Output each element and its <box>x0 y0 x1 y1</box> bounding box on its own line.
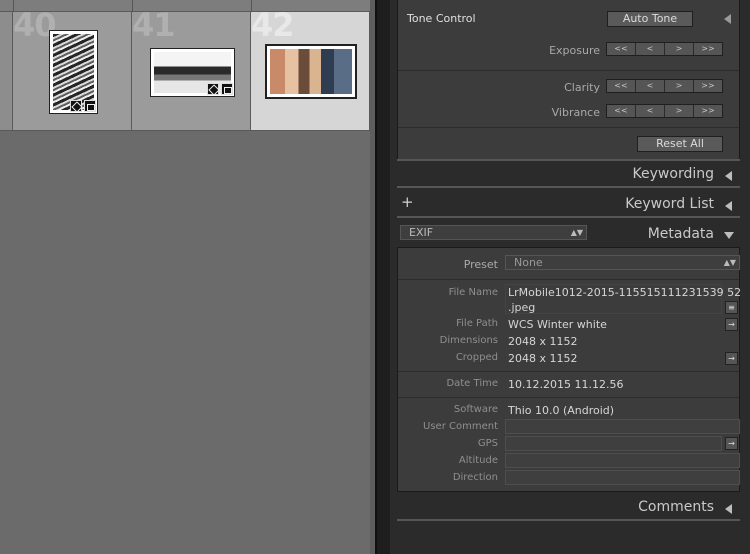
cell-index-number: 42 <box>251 12 295 44</box>
select-arrows-icon: ▲▼ <box>570 228 583 237</box>
step-large-up-button[interactable]: >> <box>694 105 722 117</box>
cropped-value: 2048 x 1152 <box>508 352 578 365</box>
go-to-folder-icon[interactable]: → <box>725 318 738 331</box>
cell-index-number: 41 <box>132 12 176 44</box>
reset-all-button[interactable]: Reset All <box>637 136 723 152</box>
virtual-copy-icon[interactable] <box>84 100 96 112</box>
preset-select[interactable]: None ▲▼ <box>505 255 740 270</box>
grid-cell-42[interactable]: 42 <box>251 12 370 131</box>
panel-bottom-edge <box>397 216 740 218</box>
panel-divider[interactable] <box>375 0 390 554</box>
keywording-title: Keywording <box>632 166 714 182</box>
vibrance-stepper[interactable]: << < > >> <box>606 104 723 118</box>
grid-previous-row-edge <box>0 0 375 12</box>
cropped-label: Cropped <box>455 352 498 363</box>
step-small-down-button[interactable]: < <box>636 80 665 92</box>
step-large-up-button[interactable]: >> <box>694 80 722 92</box>
file-name-label: File Name <box>448 287 498 298</box>
dimensions-value: 2048 x 1152 <box>508 335 578 348</box>
right-panel: Tone Control Auto Tone Exposure << < > >… <box>390 0 750 554</box>
altitude-field[interactable] <box>505 453 740 468</box>
panel-bottom-edge <box>397 519 740 521</box>
metadata-panel: Preset None ▲▼ File Name LrMobile1012-20… <box>397 247 742 492</box>
collapse-triangle-icon[interactable] <box>724 14 731 24</box>
clarity-stepper[interactable]: << < > >> <box>606 79 723 93</box>
select-arrows-icon: ▲▼ <box>723 258 736 267</box>
grid-cell-partial <box>0 12 13 131</box>
step-large-down-button[interactable]: << <box>607 80 636 92</box>
step-small-up-button[interactable]: > <box>665 80 694 92</box>
direction-label: Direction <box>452 472 498 483</box>
date-time-value: 10.12.2015 11.12.56 <box>508 378 624 391</box>
direction-field[interactable] <box>505 470 740 485</box>
step-small-up-button[interactable]: > <box>665 43 694 55</box>
photo-thumbnail-selected[interactable] <box>265 44 357 99</box>
preset-value: None <box>514 256 543 269</box>
step-large-down-button[interactable]: << <box>607 43 636 55</box>
software-value: Thio 10.0 (Android) <box>508 404 615 417</box>
keywording-header[interactable]: Keywording <box>397 163 740 185</box>
vibrance-label: Vibrance <box>551 106 600 119</box>
file-path-value: WCS Winter white <box>508 318 607 331</box>
expand-triangle-icon[interactable] <box>725 171 732 181</box>
collapse-triangle-icon[interactable] <box>724 232 734 239</box>
separator <box>398 397 739 398</box>
tone-control-title: Tone Control <box>407 12 476 25</box>
date-time-label: Date Time <box>446 378 498 389</box>
grid-cell-41[interactable]: 41 <box>132 12 251 131</box>
metadata-view-select[interactable]: EXIF ▲▼ <box>400 225 587 240</box>
comments-title: Comments <box>638 499 714 515</box>
separator <box>398 70 739 71</box>
file-name-value-ext: .jpeg <box>508 301 536 314</box>
altitude-label: Altitude <box>458 455 498 466</box>
step-large-up-button[interactable]: >> <box>694 43 722 55</box>
separator <box>398 127 739 128</box>
file-name-value: LrMobile1012-2015-115515111231539 52 <box>508 286 742 299</box>
exposure-stepper[interactable]: << < > >> <box>606 42 723 56</box>
photo-thumbnail[interactable] <box>150 48 235 97</box>
step-small-down-button[interactable]: < <box>636 43 665 55</box>
keyword-list-title: Keyword List <box>625 196 714 212</box>
comments-header[interactable]: Comments <box>397 496 740 518</box>
go-to-crop-icon[interactable]: → <box>725 352 738 365</box>
metadata-title: Metadata <box>647 226 714 242</box>
step-small-down-button[interactable]: < <box>636 105 665 117</box>
user-comment-field[interactable] <box>505 419 740 434</box>
panel-bottom-edge <box>397 186 740 188</box>
keyword-tag-icon[interactable] <box>207 83 219 95</box>
auto-tone-button[interactable]: Auto Tone <box>607 11 693 27</box>
virtual-copy-icon[interactable] <box>221 83 233 95</box>
metadata-view-value: EXIF <box>409 226 434 239</box>
separator <box>398 279 739 280</box>
list-icon[interactable]: ≡ <box>725 301 738 314</box>
file-path-label: File Path <box>456 318 498 329</box>
expand-triangle-icon[interactable] <box>725 201 732 211</box>
clarity-label: Clarity <box>564 81 600 94</box>
add-keyword-icon[interactable]: + <box>401 193 414 211</box>
preset-label: Preset <box>463 258 498 271</box>
keyword-list-header[interactable]: + Keyword List <box>397 193 740 215</box>
software-label: Software <box>453 404 498 415</box>
exposure-label: Exposure <box>549 44 600 57</box>
keyword-tag-icon[interactable] <box>70 100 82 112</box>
separator <box>398 371 739 372</box>
user-comment-label: User Comment <box>423 421 498 432</box>
quick-develop-panel: Tone Control Auto Tone Exposure << < > >… <box>397 0 740 160</box>
go-to-map-icon[interactable]: → <box>725 437 738 450</box>
dimensions-label: Dimensions <box>439 335 498 346</box>
thumbnail-grid[interactable]: 40 41 42 <box>0 0 375 554</box>
grid-cell-40[interactable]: 40 <box>13 12 132 131</box>
photo-thumbnail[interactable] <box>49 30 98 114</box>
step-large-down-button[interactable]: << <box>607 105 636 117</box>
gps-field[interactable] <box>505 436 722 451</box>
expand-triangle-icon[interactable] <box>725 504 732 514</box>
gps-label: GPS <box>477 438 498 449</box>
lightroom-library-window: 40 41 42 Tone Control Auto Tone Exposure… <box>0 0 750 554</box>
panel-bottom-edge <box>397 159 740 161</box>
metadata-header[interactable]: EXIF ▲▼ Metadata <box>397 223 740 245</box>
step-small-up-button[interactable]: > <box>665 105 694 117</box>
